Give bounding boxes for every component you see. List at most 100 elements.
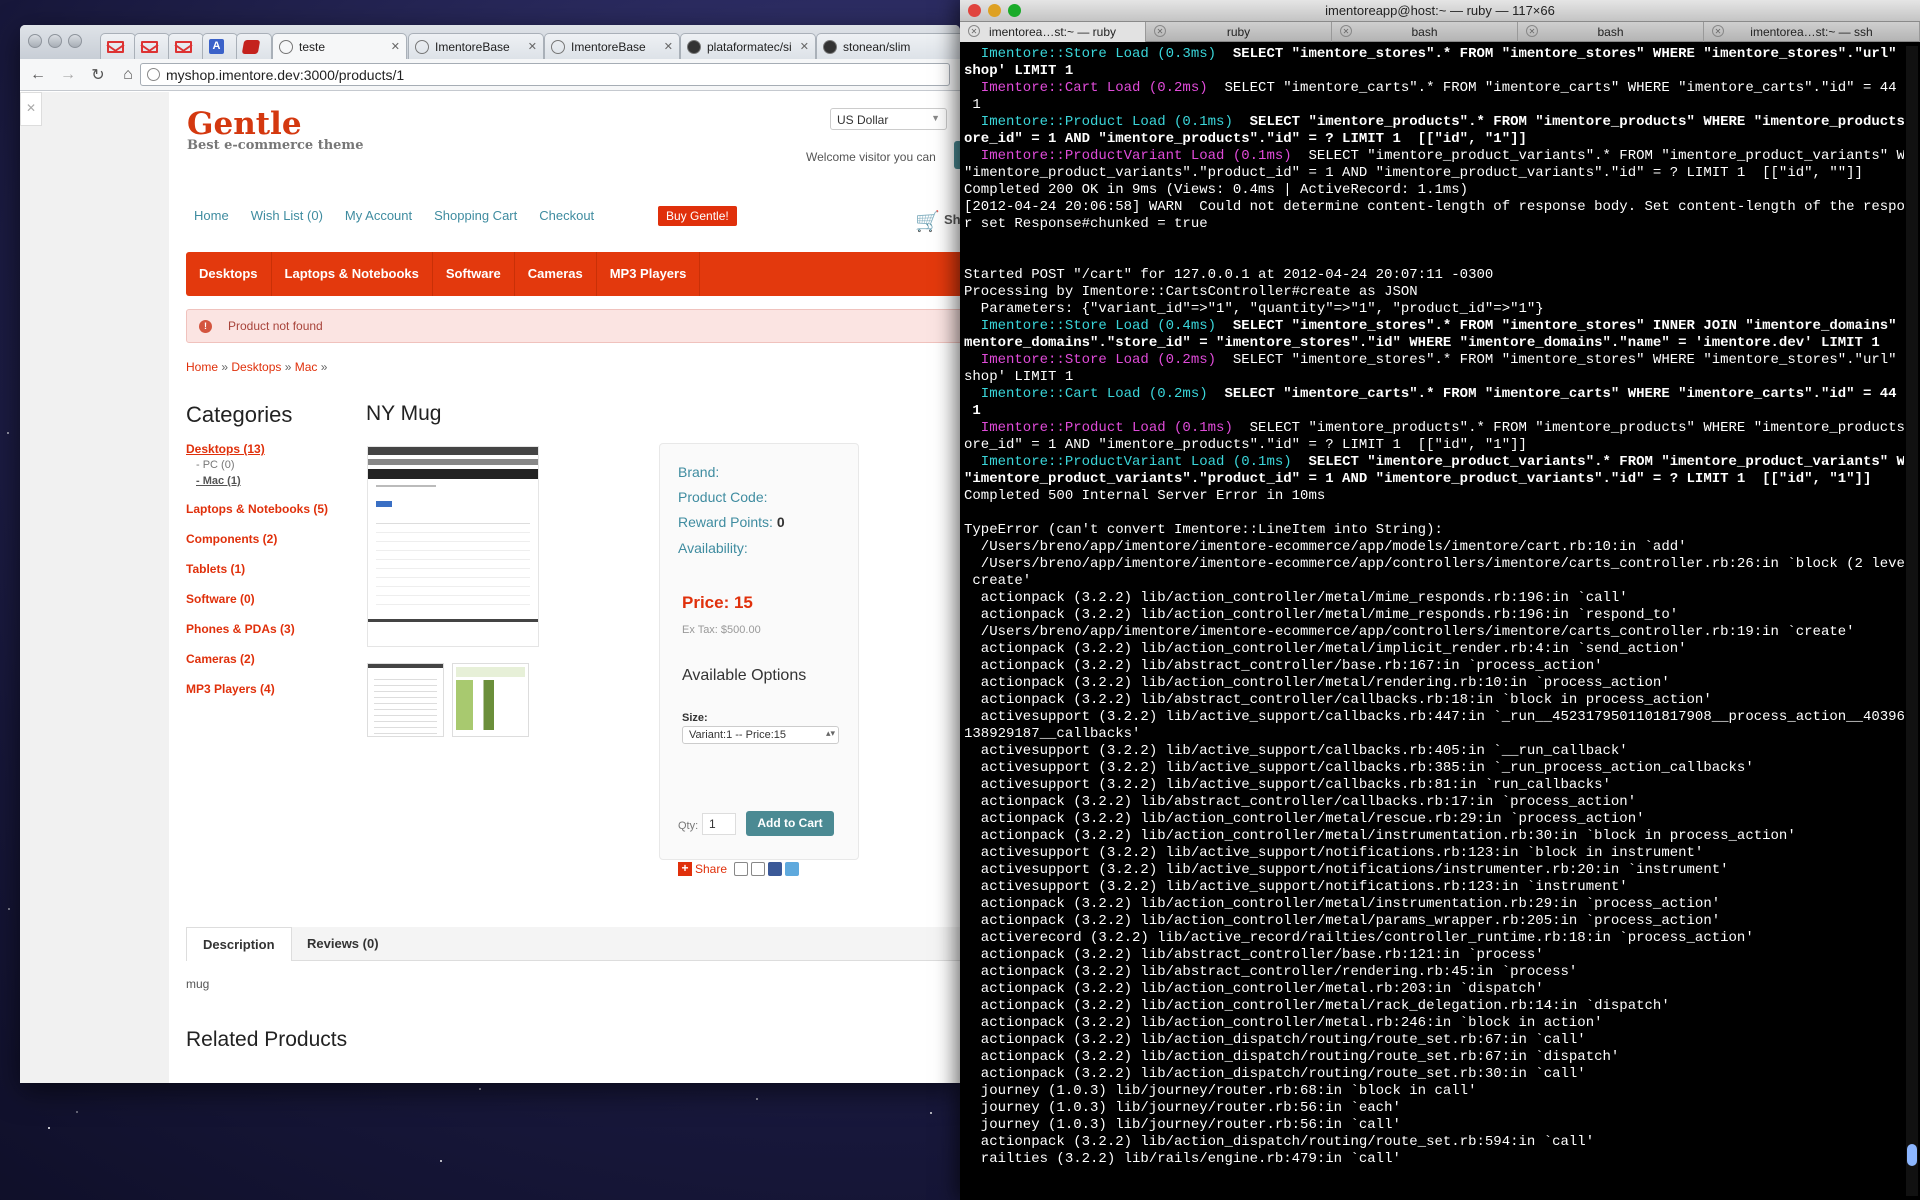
star <box>755 1097 758 1100</box>
close-tab-icon[interactable]: ✕ <box>1154 25 1166 37</box>
terminal-tab-3[interactable]: ✕ bash <box>1332 22 1518 42</box>
reload-icon[interactable]: ↻ <box>86 65 110 85</box>
close-tab-icon[interactable]: ✕ <box>522 40 537 53</box>
shop-logo[interactable]: Gentle <box>187 106 302 142</box>
qty-input[interactable]: 1 <box>702 813 736 835</box>
tab-description[interactable]: Description <box>186 927 292 961</box>
subcategory-pc[interactable]: - PC (0) <box>186 457 356 473</box>
browser-tab-gmail-2[interactable] <box>134 33 170 59</box>
product-thumbnail[interactable] <box>452 663 529 737</box>
terminal-text: activesupport (3.2.2) lib/active_support… <box>964 709 1904 725</box>
browser-tab-gmail-1[interactable] <box>100 33 136 59</box>
close-tab-icon[interactable]: ✕ <box>1712 25 1724 37</box>
category-tablets[interactable]: Tablets (1) <box>186 561 356 577</box>
terminal-text: shop' LIMIT 1 <box>964 63 1074 79</box>
browser-tab-red-app[interactable] <box>236 33 272 59</box>
browser-tab-gmail-3[interactable] <box>168 33 204 59</box>
print-icon[interactable] <box>751 862 766 876</box>
home-icon[interactable]: ⌂ <box>116 66 140 84</box>
minimize-window-button[interactable] <box>988 4 1001 17</box>
shopping-cart-icon[interactable]: 🛒 <box>915 209 940 234</box>
terminal-tab-1[interactable]: ✕ imentorea…st:~ — ruby <box>960 22 1146 42</box>
terminal-tab-2[interactable]: ✕ ruby <box>1146 22 1332 42</box>
close-tab-icon[interactable]: ✕ <box>658 40 673 53</box>
breadcrumb-home[interactable]: Home <box>186 360 218 374</box>
minimize-window-button[interactable] <box>48 34 62 48</box>
star <box>76 1111 79 1114</box>
terminal-line: Imentore::ProductVariant Load (0.1ms) SE… <box>964 148 1904 165</box>
email-icon[interactable] <box>734 862 749 876</box>
product-thumbnail[interactable] <box>367 663 444 737</box>
category-laptops[interactable]: Laptops & Notebooks (5) <box>186 501 356 517</box>
close-tab-icon[interactable]: ✕ <box>794 40 809 53</box>
buy-gentle-button[interactable]: Buy Gentle! <box>658 206 737 226</box>
terminal-text: Imentore::Cart Load (0.2ms) <box>964 80 1208 96</box>
browser-tab-teste[interactable]: teste ✕ <box>272 33 407 59</box>
close-sidebar-icon[interactable]: ✕ <box>20 92 42 126</box>
tab-reviews[interactable]: Reviews (0) <box>291 927 395 961</box>
menu-item-software[interactable]: Software <box>433 252 515 296</box>
close-tab-icon[interactable]: ✕ <box>968 25 980 37</box>
subcategory-mac[interactable]: - Mac (1) <box>186 473 356 489</box>
terminal-text: activesupport (3.2.2) lib/active_support… <box>964 862 1729 878</box>
category-components[interactable]: Components (2) <box>186 531 356 547</box>
share-plus-icon[interactable]: + <box>678 862 692 876</box>
terminal-scrollbar[interactable] <box>1906 46 1918 1196</box>
link-wish-list[interactable]: Wish List (0) <box>251 208 323 223</box>
breadcrumb-mac[interactable]: Mac <box>295 360 318 374</box>
twitter-icon[interactable] <box>785 862 800 876</box>
size-select[interactable]: Variant:1 -- Price:15 ▴▾ <box>682 726 839 744</box>
currency-select[interactable]: US Dollar ▼ <box>830 108 947 130</box>
terminal-text: actionpack (3.2.2) lib/abstract_controll… <box>964 794 1637 810</box>
close-tab-icon[interactable]: ✕ <box>1340 25 1352 37</box>
category-phones[interactable]: Phones & PDAs (3) <box>186 621 356 637</box>
link-shopping-cart[interactable]: Shopping Cart <box>434 208 517 223</box>
add-to-cart-button[interactable]: Add to Cart <box>746 811 834 836</box>
category-mp3-players[interactable]: MP3 Players (4) <box>186 681 356 697</box>
close-window-button[interactable] <box>968 4 981 17</box>
close-tab-icon[interactable]: ✕ <box>1526 25 1538 37</box>
close-window-button[interactable] <box>28 34 42 48</box>
back-arrow-icon[interactable]: ← <box>26 66 50 84</box>
browser-tab-plataformatec[interactable]: plataformatec/si ✕ <box>680 33 816 59</box>
terminal-output[interactable]: Imentore::Store Load (0.3ms) SELECT "ime… <box>964 46 1904 1198</box>
link-my-account[interactable]: My Account <box>345 208 412 223</box>
browser-tab-app[interactable]: A <box>202 33 238 59</box>
globe-icon <box>551 39 565 54</box>
category-cameras[interactable]: Cameras (2) <box>186 651 356 667</box>
terminal-line: activerecord (3.2.2) lib/active_record/r… <box>964 930 1904 947</box>
terminal-tab-4[interactable]: ✕ bash <box>1518 22 1704 42</box>
zoom-window-button[interactable] <box>68 34 82 48</box>
terminal-text: ore_id" = 1 AND "imentore_products"."id"… <box>964 131 1527 147</box>
qty-label: Qty: <box>678 820 699 832</box>
link-checkout[interactable]: Checkout <box>539 208 594 223</box>
menu-item-desktops[interactable]: Desktops <box>186 252 272 296</box>
terminal-line: actionpack (3.2.2) lib/action_dispatch/r… <box>964 1032 1904 1049</box>
terminal-text: shop' LIMIT 1 <box>964 369 1074 385</box>
menu-item-mp3-players[interactable]: MP3 Players <box>597 252 701 296</box>
share-label[interactable]: Share <box>695 862 727 876</box>
scrollbar-thumb[interactable] <box>1907 1144 1917 1166</box>
forward-arrow-icon[interactable]: → <box>56 66 80 84</box>
terminal-line: actionpack (3.2.2) lib/action_controller… <box>964 811 1904 828</box>
browser-tab-stonean-slim[interactable]: stonean/slim <box>816 33 960 59</box>
terminal-text: actionpack (3.2.2) lib/abstract_controll… <box>964 964 1578 980</box>
cart-label[interactable]: Shop <box>944 212 960 227</box>
zoom-window-button[interactable] <box>1008 4 1021 17</box>
close-tab-icon[interactable]: ✕ <box>385 40 400 53</box>
terminal-tab-5[interactable]: ✕ imentorea…st:~ — ssh <box>1704 22 1920 42</box>
link-home[interactable]: Home <box>194 208 229 223</box>
address-bar[interactable]: myshop.imentore.dev:3000/products/1 <box>140 63 950 86</box>
facebook-icon[interactable] <box>768 862 783 876</box>
product-main-image[interactable] <box>367 446 539 647</box>
category-software[interactable]: Software (0) <box>186 591 356 607</box>
menu-item-cameras[interactable]: Cameras <box>515 252 597 296</box>
category-desktops[interactable]: Desktops (13) <box>186 441 356 457</box>
menu-item-laptops[interactable]: Laptops & Notebooks <box>272 252 433 296</box>
github-icon <box>687 39 701 54</box>
terminal-line: journey (1.0.3) lib/journey/router.rb:56… <box>964 1117 1904 1134</box>
browser-tab-imentorebase-2[interactable]: ImentoreBase ✕ <box>544 33 680 59</box>
terminal-line: shop' LIMIT 1 <box>964 369 1904 386</box>
breadcrumb-desktops[interactable]: Desktops <box>231 360 281 374</box>
browser-tab-imentorebase-1[interactable]: ImentoreBase ✕ <box>408 33 544 59</box>
